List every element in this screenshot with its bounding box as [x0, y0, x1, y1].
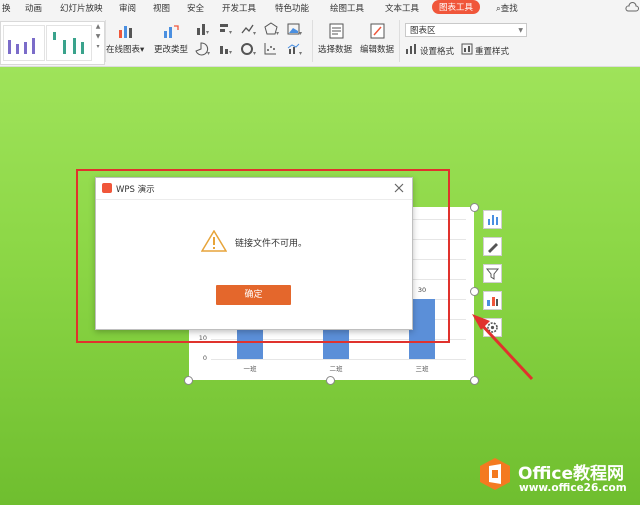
chart-x-tick: 一班	[243, 365, 257, 373]
chart-x-tick: 二班	[329, 365, 343, 373]
bar-chart-icon[interactable]: ▾	[218, 22, 234, 36]
combo-chart-icon[interactable]: ▾	[287, 42, 303, 56]
tab-partial[interactable]: 换	[2, 2, 11, 14]
wps-logo-icon	[102, 183, 112, 193]
tab-text-tools[interactable]: 文本工具	[385, 2, 419, 14]
svg-text:▾: ▾	[207, 50, 210, 56]
column-chart-icon[interactable]: ▾	[195, 22, 211, 36]
tab-slideshow[interactable]: 幻灯片放映	[60, 2, 103, 14]
chart-style-button[interactable]	[483, 237, 502, 256]
chart-element-select[interactable]: 图表区 ▼	[405, 23, 527, 37]
tab-view[interactable]: 视图	[153, 2, 170, 14]
tab-drawing-tools[interactable]: 绘图工具	[330, 2, 364, 14]
pie-chart-icon[interactable]: ▾	[195, 42, 211, 56]
svg-text:▾: ▾	[229, 29, 232, 36]
chart-x-tick: 三班	[415, 365, 429, 373]
svg-text:▾: ▾	[299, 30, 302, 36]
chart-elements-button[interactable]	[483, 210, 502, 229]
ribbon-separator	[312, 20, 313, 62]
tab-developer[interactable]: 开发工具	[222, 2, 256, 14]
annotation-arrow	[472, 314, 534, 381]
chart-style-thumb[interactable]	[3, 25, 45, 61]
svg-text:▾: ▾	[253, 50, 256, 56]
chart-elements-icon	[488, 215, 498, 225]
edit-data-icon[interactable]	[369, 23, 387, 39]
stock-chart-icon[interactable]: ▾	[218, 42, 234, 56]
watermark-title: Office教程网	[518, 464, 625, 484]
office-logo-icon	[480, 458, 510, 490]
ribbon-tab-bar: 换 动画 幻灯片放映 审阅 视图 安全 开发工具 特色功能 绘图工具 文本工具 …	[0, 0, 640, 15]
ribbon-separator	[105, 20, 106, 62]
scatter-chart-icon[interactable]	[264, 42, 280, 56]
tab-security[interactable]: 安全	[187, 2, 204, 14]
svg-text:▾: ▾	[276, 30, 279, 36]
doughnut-chart-icon[interactable]: ▾	[241, 42, 257, 56]
svg-text:▾: ▾	[253, 30, 256, 36]
select-data-icon[interactable]	[328, 23, 346, 39]
format-button[interactable]: 设置格式	[420, 45, 454, 57]
close-icon[interactable]	[393, 182, 405, 194]
svg-text:▾: ▾	[229, 49, 232, 56]
chevron-down-icon: ▼	[518, 27, 523, 34]
reset-style-button[interactable]: 重置样式	[475, 45, 509, 57]
tab-review[interactable]: 审阅	[119, 2, 136, 14]
format-icon[interactable]	[405, 43, 417, 55]
dialog-title-bar[interactable]: WPS 演示	[96, 178, 412, 200]
ribbon: 换 动画 幻灯片放映 审阅 视图 安全 开发工具 特色功能 绘图工具 文本工具 …	[0, 0, 640, 67]
filter-icon	[485, 268, 500, 280]
svg-text:▾: ▾	[206, 29, 209, 36]
area-chart-icon[interactable]: ▾	[287, 22, 303, 36]
resize-handle[interactable]	[326, 376, 335, 385]
line-chart-icon[interactable]: ▾	[241, 22, 257, 36]
resize-handle[interactable]	[184, 376, 193, 385]
online-chart-button[interactable]: 在线图表▾	[106, 43, 144, 55]
tab-features[interactable]: 特色功能	[275, 2, 309, 14]
watermark-url: www.office26.com	[519, 482, 627, 494]
gallery-scroll[interactable]: ▲ ▼ ▾	[94, 22, 102, 62]
reset-style-icon[interactable]	[461, 43, 473, 55]
chart-y-tick: 0	[202, 354, 207, 362]
search-button[interactable]: ⌕查找	[496, 2, 518, 14]
tab-animation[interactable]: 动画	[25, 2, 42, 14]
svg-text:▾: ▾	[299, 50, 302, 56]
chart-filter-button[interactable]	[483, 264, 502, 283]
chart-gridline	[211, 359, 466, 360]
dialog-title: WPS 演示	[116, 185, 155, 195]
chart-style-thumb[interactable]	[46, 25, 92, 61]
chart-style-gallery	[0, 21, 105, 65]
alert-dialog: WPS 演示 链接文件不可用。 确定	[95, 177, 413, 330]
ribbon-separator	[399, 20, 400, 62]
change-type-icon[interactable]	[162, 23, 180, 39]
online-chart-icon[interactable]	[117, 23, 135, 39]
cloud-icon[interactable]	[625, 2, 639, 12]
warning-icon	[201, 230, 227, 252]
dialog-message: 链接文件不可用。	[235, 239, 308, 249]
select-data-button[interactable]: 选择数据	[318, 43, 352, 55]
pen-icon	[488, 243, 498, 253]
radar-chart-icon[interactable]: ▾	[264, 22, 280, 36]
edit-data-button[interactable]: 编辑数据	[360, 43, 394, 55]
change-type-button[interactable]: 更改类型	[154, 43, 188, 55]
resize-handle[interactable]	[470, 203, 479, 212]
tab-chart-tools[interactable]: 图表工具	[432, 0, 481, 14]
resize-handle[interactable]	[470, 287, 479, 296]
ok-button[interactable]: 确定	[216, 285, 291, 305]
